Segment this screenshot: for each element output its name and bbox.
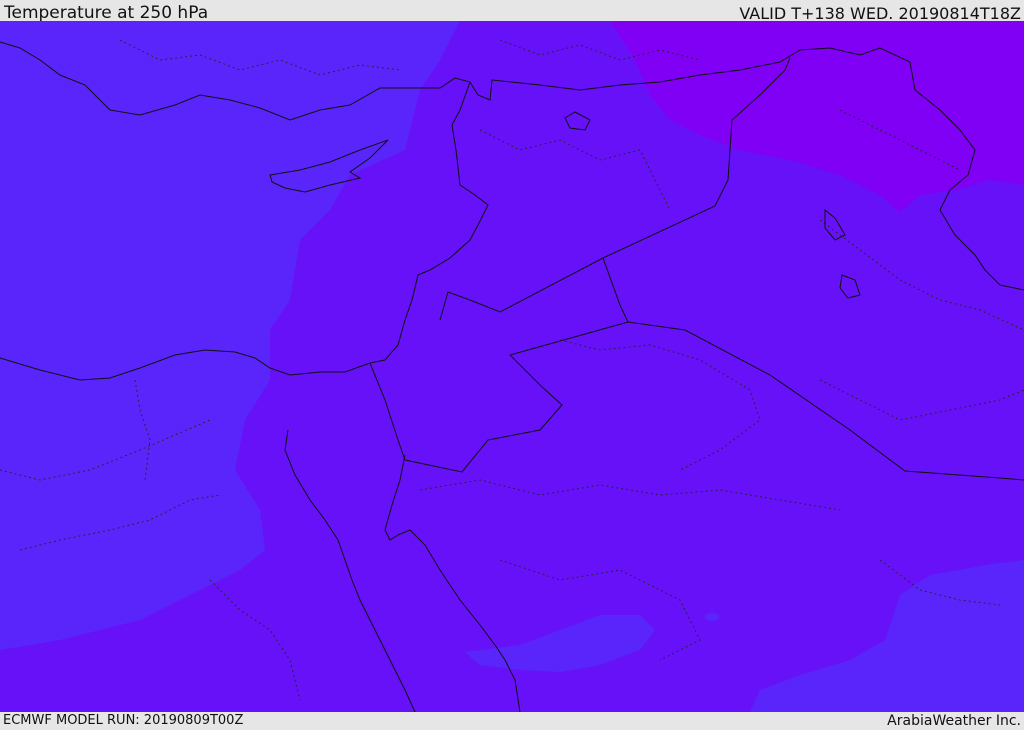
map-title: Temperature at 250 hPa xyxy=(4,3,209,23)
credit-label: ArabiaWeather Inc. xyxy=(887,713,1021,729)
model-run-label: ECMWF MODEL RUN: 20190809T00Z xyxy=(3,713,244,728)
temperature-field-warm-spot xyxy=(705,613,719,621)
map-canvas[interactable] xyxy=(0,21,1024,712)
footer-bar: ECMWF MODEL RUN: 20190809T00Z ArabiaWeat… xyxy=(0,712,1024,729)
header-bar: Temperature at 250 hPa VALID T+138 WED. … xyxy=(0,0,1024,23)
